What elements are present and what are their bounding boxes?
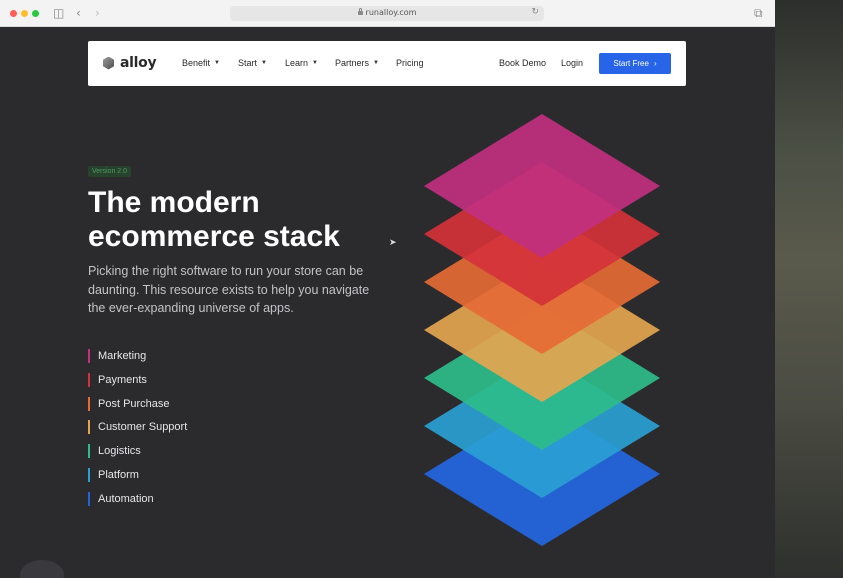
nav-learn[interactable]: Learn ▼ [285, 58, 318, 68]
version-badge: Version 2.0 [88, 166, 132, 177]
chevron-right-icon[interactable]: › [95, 6, 100, 20]
category-marketing[interactable]: Marketing [88, 348, 288, 364]
chevron-right-icon: › [653, 59, 657, 68]
browser-toolbar: ◫ ‹ › runalloy.com ↻ ⧉ [0, 0, 775, 27]
address-bar[interactable]: runalloy.com ↻ [230, 6, 544, 21]
reload-icon[interactable]: ↻ [531, 7, 539, 17]
nav-label: Start [238, 58, 258, 68]
nav-partners[interactable]: Partners ▼ [335, 58, 379, 68]
nav-label: Learn [285, 58, 309, 68]
layer-stack-illustration [424, 114, 660, 546]
category-color-bar [88, 372, 90, 387]
category-label: Platform [98, 468, 139, 481]
zoom-window-button[interactable] [32, 10, 39, 17]
start-free-label: Start Free [613, 59, 649, 68]
nav-start[interactable]: Start ▼ [238, 58, 267, 68]
login-link[interactable]: Login [561, 58, 583, 68]
category-color-bar [88, 467, 90, 482]
start-free-button[interactable]: Start Free › [599, 53, 671, 74]
logo-text: alloy [120, 55, 157, 71]
logo-icon [103, 56, 114, 70]
chevron-down-icon: ▼ [312, 60, 318, 66]
nav-pricing[interactable]: Pricing [396, 58, 424, 68]
category-platform[interactable]: Platform [88, 467, 288, 483]
hero-title-line-1: The modern [88, 186, 260, 219]
category-color-bar [88, 491, 90, 506]
category-customer-support[interactable]: Customer Support [88, 419, 288, 435]
book-demo-link[interactable]: Book Demo [499, 58, 546, 68]
minimize-window-button[interactable] [21, 10, 28, 17]
site-navbar: alloy Benefit ▼ Start ▼ Learn ▼ Partners ▼ P… [88, 41, 686, 86]
nav-benefit[interactable]: Benefit ▼ [182, 58, 220, 68]
desktop-background [775, 0, 843, 578]
category-color-bar [88, 396, 90, 411]
mouse-cursor-icon: ➤ [389, 237, 397, 247]
chevron-down-icon: ▼ [373, 60, 379, 66]
category-list: Marketing Payments Post Purchase Custome… [88, 348, 288, 515]
chevron-down-icon: ▼ [214, 60, 220, 66]
login-label: Login [561, 58, 584, 68]
nav-label: Pricing [396, 58, 424, 68]
category-label: Post Purchase [98, 397, 170, 410]
nav-label: Benefit [182, 58, 211, 68]
category-color-bar [88, 349, 90, 363]
category-color-bar [88, 444, 90, 459]
close-window-button[interactable] [10, 10, 17, 17]
category-label: Payments [98, 373, 147, 386]
lock-icon [357, 8, 363, 15]
browser-window: ◫ ‹ › runalloy.com ↻ ⧉ alloy Benefit ▼ St… [0, 0, 775, 578]
category-post-purchase[interactable]: Post Purchase [88, 396, 288, 412]
category-logistics[interactable]: Logistics [88, 443, 288, 459]
hero-title: The modern ecommerce stack [88, 186, 408, 254]
chevron-left-icon[interactable]: ‹ [76, 6, 81, 20]
chevron-down-icon: ▼ [261, 60, 267, 66]
category-automation[interactable]: Automation [88, 491, 288, 507]
category-label: Automation [98, 492, 154, 505]
hero-title-line-2: ecommerce stack [88, 220, 340, 253]
sidebar-icon[interactable]: ◫ [53, 6, 64, 20]
alloy-logo[interactable]: alloy [103, 55, 157, 71]
book-demo-label: Book Demo [499, 58, 547, 68]
category-payments[interactable]: Payments [88, 372, 288, 388]
category-label: Marketing [98, 350, 147, 362]
category-label: Customer Support [98, 421, 188, 434]
nav-label: Partners [335, 58, 370, 68]
url-text: runalloy.com [365, 8, 417, 17]
hero-description: Picking the right software to run your s… [88, 264, 370, 315]
category-label: Logistics [98, 445, 141, 458]
tabs-overview-icon[interactable]: ⧉ [754, 6, 763, 20]
category-color-bar [88, 420, 90, 435]
chat-widget-button[interactable] [20, 560, 64, 578]
